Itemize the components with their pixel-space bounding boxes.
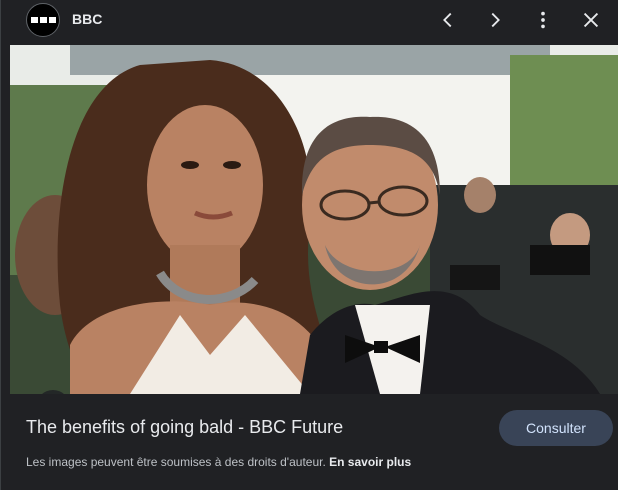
viewer-header: BBC	[1, 0, 618, 42]
close-icon	[583, 12, 599, 28]
image-viewer-panel: BBC The benefits of going bald - BBC Fut…	[0, 0, 618, 490]
learn-more-link[interactable]: En savoir plus	[329, 455, 411, 469]
copyright-notice: Les images peuvent être soumises à des d…	[26, 455, 411, 469]
more-vert-icon	[541, 11, 545, 29]
more-options-button[interactable]	[527, 4, 559, 36]
source-name[interactable]: BBC	[72, 11, 102, 27]
next-button[interactable]	[479, 4, 511, 36]
result-title[interactable]: The benefits of going bald - BBC Future	[26, 417, 343, 438]
chevron-right-icon	[491, 12, 500, 28]
bbc-logo-icon[interactable]	[26, 3, 60, 37]
preview-image[interactable]	[10, 45, 618, 394]
copyright-text: Les images peuvent être soumises à des d…	[26, 455, 326, 469]
photo-illustration	[10, 45, 618, 394]
previous-button[interactable]	[432, 4, 464, 36]
visit-button[interactable]: Consulter	[499, 410, 613, 446]
chevron-left-icon	[443, 12, 452, 28]
close-button[interactable]	[575, 4, 607, 36]
